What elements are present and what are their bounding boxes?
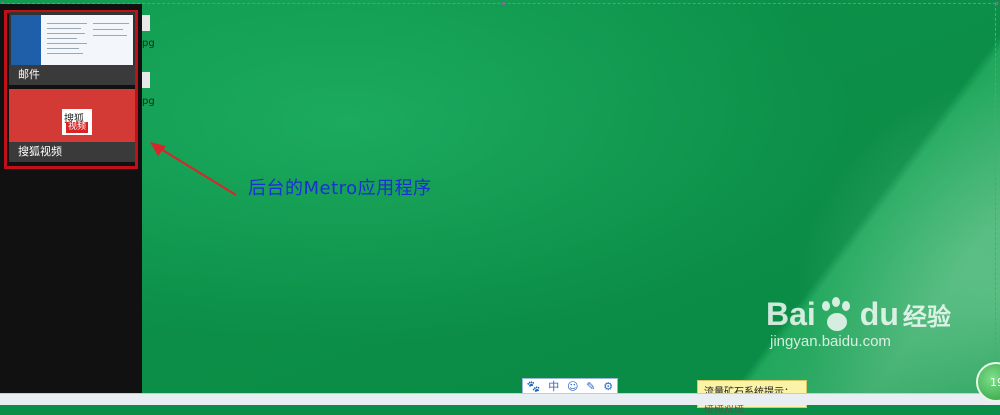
annotation-label: 后台的Metro应用程序 [248,178,432,199]
desktop-file-label: pg [142,96,155,107]
sohu-video-logo: 搜狐 视频 [62,109,92,135]
baidu-paw-icon [818,296,858,333]
desktop-file-icon[interactable] [142,72,150,88]
switcher-app-label: 搜狐视频 [18,145,62,158]
watermark-url: jingyan.baidu.com [770,333,891,350]
desktop-file-label: pg [142,38,155,49]
switcher-app-sohu-video[interactable]: 搜狐 视频 搜狐视频 [9,89,135,162]
sohu-logo-badge: 视频 [66,122,89,133]
app-switcher-panel: 邮件 搜狐 视频 搜狐视频 [0,4,142,393]
annotation-arrow [150,142,237,196]
frame-handle[interactable] [502,2,505,5]
switcher-app-mail[interactable]: 邮件 [9,12,135,85]
mail-app-preview [11,15,133,65]
watermark-brand-left: Bai [766,296,816,332]
frame-handle[interactable] [995,2,998,5]
watermark-brand-right: du [859,296,899,332]
desktop-file-icon[interactable] [142,15,150,31]
corner-badge-text: 19 [990,376,1000,389]
switcher-app-label: 邮件 [18,68,40,81]
watermark-product: 经验 [902,304,951,331]
horizontal-scrollbar[interactable] [0,393,1000,405]
baidu-watermark: Bai du 经验 jingyan.baidu.com [766,296,951,350]
